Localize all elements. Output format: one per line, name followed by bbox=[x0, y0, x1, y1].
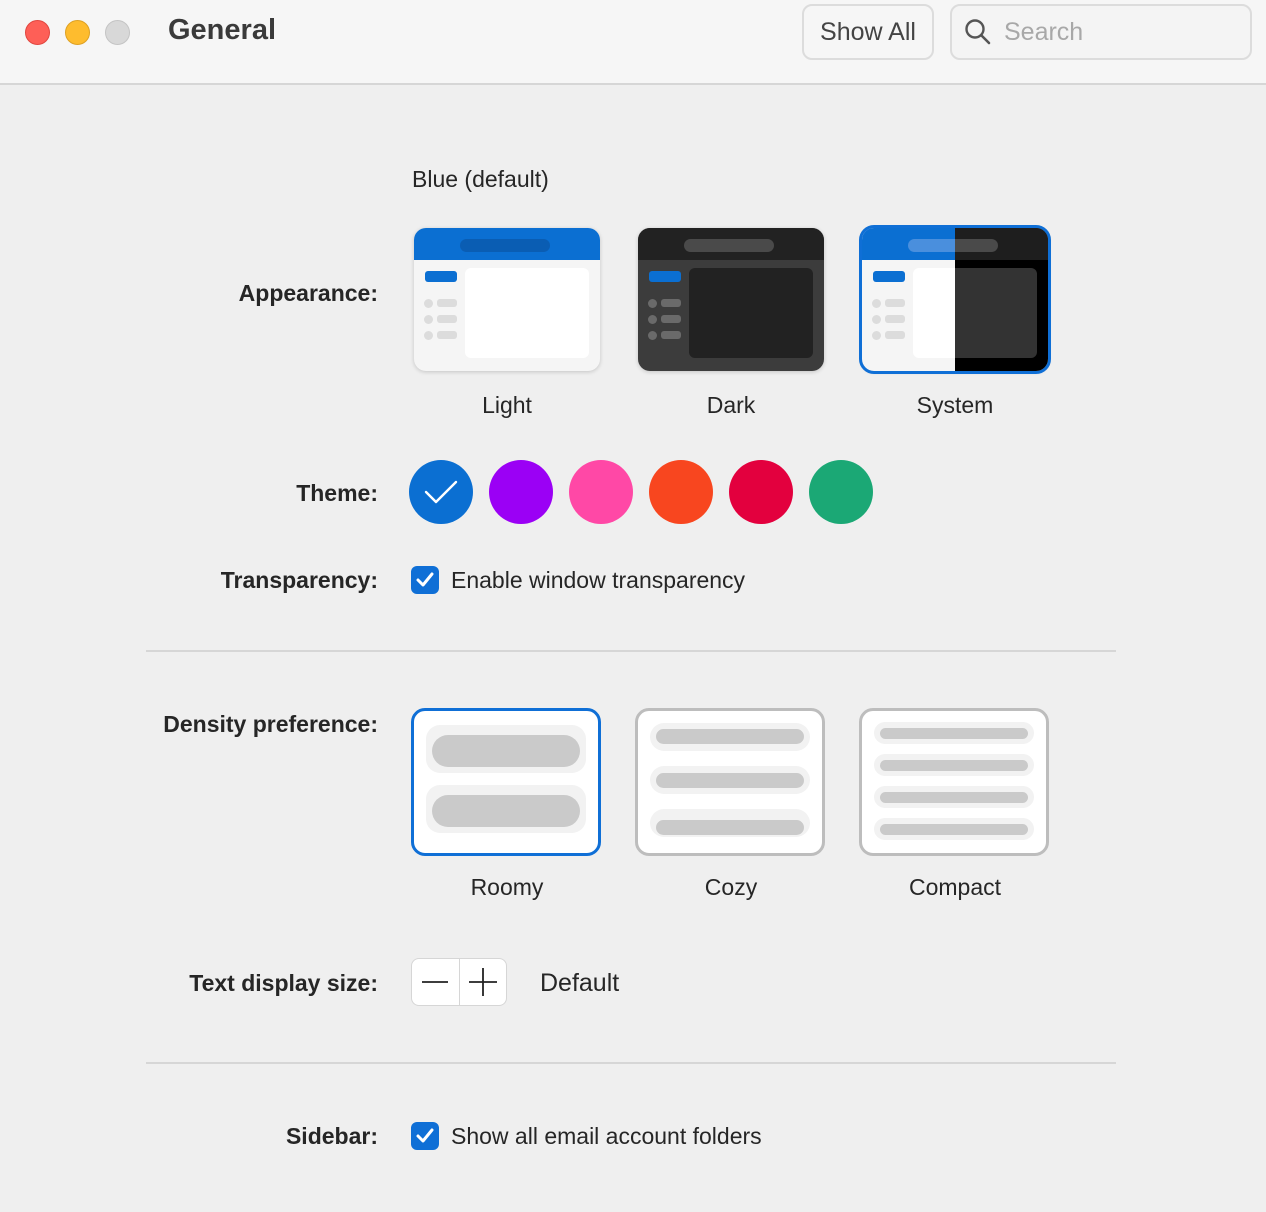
section-divider bbox=[146, 650, 1116, 652]
transparency-checkbox[interactable] bbox=[411, 566, 439, 594]
show-all-folders-checkbox[interactable] bbox=[411, 1122, 439, 1150]
show-all-folders-label[interactable]: Show all email account folders bbox=[451, 1123, 762, 1150]
close-window-button[interactable] bbox=[25, 20, 50, 45]
density-option-compact[interactable] bbox=[859, 708, 1049, 856]
transparency-checkbox-label[interactable]: Enable window transparency bbox=[451, 567, 745, 594]
window-title: General bbox=[168, 14, 276, 46]
sidebar-label: Sidebar: bbox=[285, 1123, 378, 1149]
checkmark-icon bbox=[424, 480, 458, 504]
appearance-label: Appearance: bbox=[238, 280, 378, 306]
theme-swatch-red[interactable] bbox=[729, 460, 793, 524]
theme-swatch-orange[interactable] bbox=[649, 460, 713, 524]
density-option-roomy[interactable] bbox=[411, 708, 601, 856]
theme-label: Theme: bbox=[296, 480, 378, 506]
density-option-cozy[interactable] bbox=[635, 708, 825, 856]
search-input[interactable] bbox=[1004, 17, 1234, 47]
theme-swatch-pink[interactable] bbox=[569, 460, 633, 524]
density-label: Density preference: bbox=[163, 711, 378, 737]
text-size-value: Default bbox=[540, 969, 620, 997]
theme-swatch-green[interactable] bbox=[809, 460, 873, 524]
theme-swatch-blue[interactable] bbox=[409, 460, 473, 524]
increase-text-size-button[interactable] bbox=[459, 959, 506, 1005]
plus-icon bbox=[468, 968, 497, 996]
appearance-option-light[interactable] bbox=[414, 228, 600, 371]
text-size-stepper[interactable] bbox=[411, 958, 507, 1006]
minus-icon bbox=[422, 981, 449, 983]
title-bar: General Show All bbox=[0, 0, 1266, 85]
accent-color-name: Blue (default) bbox=[412, 166, 549, 192]
decrease-text-size-button[interactable] bbox=[412, 959, 459, 1005]
theme-swatch-purple[interactable] bbox=[489, 460, 553, 524]
density-option-compact-label: Compact bbox=[908, 874, 1002, 900]
appearance-option-dark[interactable] bbox=[638, 228, 824, 371]
show-all-button[interactable]: Show All bbox=[802, 4, 934, 60]
checkmark-icon bbox=[416, 1128, 434, 1143]
text-size-label: Text display size: bbox=[189, 970, 378, 996]
search-icon bbox=[965, 19, 991, 45]
appearance-option-system-label: System bbox=[916, 392, 994, 418]
density-option-roomy-label: Roomy bbox=[470, 874, 544, 900]
checkmark-icon bbox=[416, 572, 434, 587]
transparency-label: Transparency: bbox=[220, 567, 378, 593]
section-divider bbox=[146, 1062, 1116, 1064]
appearance-option-light-label: Light bbox=[482, 392, 532, 418]
zoom-window-button[interactable] bbox=[105, 20, 130, 45]
search-field[interactable] bbox=[950, 4, 1252, 60]
minimize-window-button[interactable] bbox=[65, 20, 90, 45]
density-option-cozy-label: Cozy bbox=[704, 874, 758, 900]
appearance-option-system[interactable] bbox=[859, 225, 1051, 374]
appearance-option-dark-label: Dark bbox=[706, 392, 756, 418]
